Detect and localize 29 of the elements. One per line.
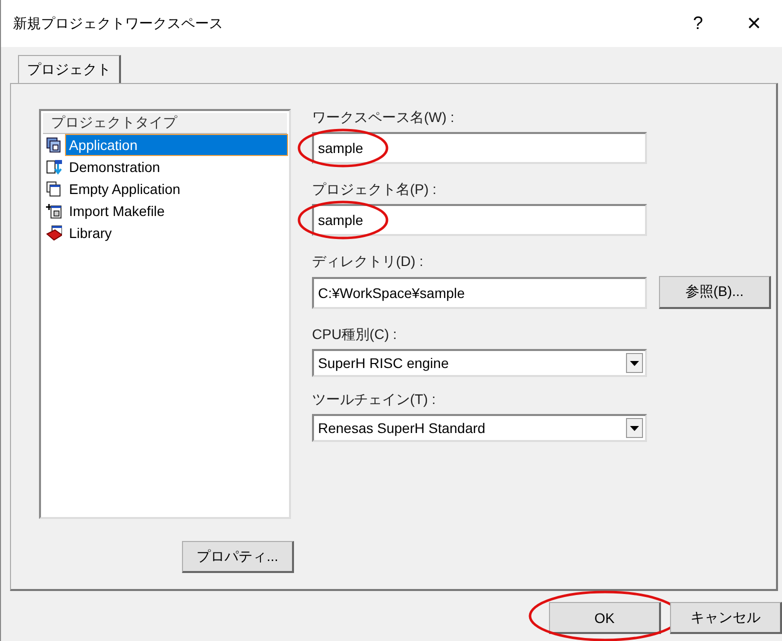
input-field[interactable]: sample [312,132,647,164]
input-field[interactable]: C:¥WorkSpace¥sample [312,276,647,308]
list-item[interactable]: Import Makefile [66,201,287,221]
document-arrow-icon [46,159,62,175]
properties-button[interactable]: プロパティ... [182,541,294,573]
tab[interactable]: プロジェクト [18,55,121,83]
help-button[interactable]: ? [670,4,726,44]
document-plus-icon [46,203,62,219]
book-icon [46,225,62,241]
document-stack-icon [46,137,62,153]
list-item[interactable]: Application [66,135,287,155]
field-label: ディレクトリ(D) : [312,253,424,269]
field-label: CPU種別(C) : [312,326,398,342]
documents-icon [46,181,62,197]
dropdown[interactable]: SuperH RISC engine [312,349,647,377]
ok-button[interactable]: OK [549,602,661,634]
list-item[interactable]: Demonstration [66,157,287,177]
list-header: プロジェクトタイプ [43,113,287,134]
field-label: ワークスペース名(W) : [312,109,456,125]
cancel-button[interactable]: キャンセル [670,602,782,634]
close-button[interactable]: × [726,4,782,44]
field-label: プロジェクト名(P) : [312,181,438,197]
list-item[interactable]: Library [66,223,287,243]
window-title: 新規プロジェクトワークスペース [13,14,223,32]
dropdown[interactable]: Renesas SuperH Standard [312,414,647,442]
browse-button[interactable]: 参照(B)... [659,276,771,309]
input-field[interactable]: sample [312,204,647,236]
field-label: ツールチェイン(T) : [312,391,437,407]
list-item[interactable]: Empty Application [66,179,287,199]
